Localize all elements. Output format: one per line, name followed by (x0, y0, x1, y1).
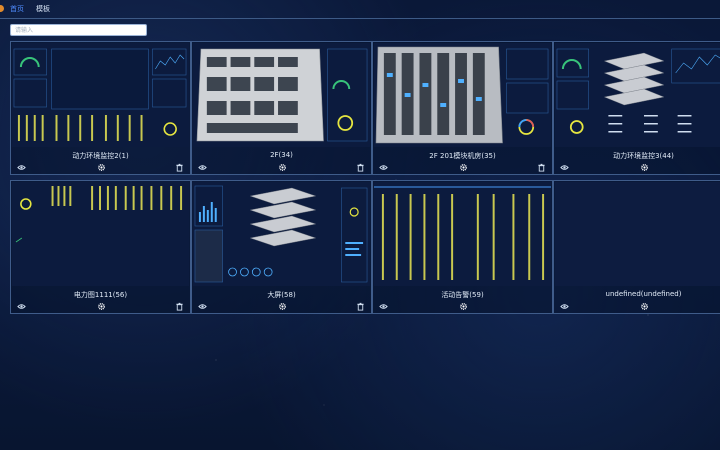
preview-eye-icon[interactable] (379, 302, 388, 311)
settings-gear-icon[interactable] (640, 302, 649, 311)
dashboard-thumbnail[interactable] (555, 182, 720, 286)
dashboard-thumbnail[interactable] (193, 182, 370, 286)
search-input[interactable] (10, 24, 147, 36)
delete-trash-icon[interactable] (537, 163, 546, 172)
card-title: 活动告警(59) (441, 291, 484, 299)
delete-trash-icon[interactable] (356, 163, 365, 172)
delete-trash-icon[interactable] (175, 163, 184, 172)
settings-gear-icon[interactable] (459, 302, 468, 311)
preview-eye-icon[interactable] (17, 302, 26, 311)
dashboard-thumbnail[interactable] (12, 182, 189, 286)
settings-gear-icon[interactable] (278, 302, 287, 311)
card-title: 2F(34) (270, 151, 293, 159)
logo-dot (0, 5, 4, 12)
card-title: 动力环境监控3(44) (613, 152, 674, 160)
dashboard-thumbnail[interactable] (193, 43, 370, 147)
card-title: 动力环境监控2(1) (72, 152, 129, 160)
dashboard-card[interactable]: 电力图1111(56) (10, 180, 191, 314)
preview-eye-icon[interactable] (198, 302, 207, 311)
settings-gear-icon[interactable] (278, 163, 287, 172)
preview-eye-icon[interactable] (560, 302, 569, 311)
card-title: 2F 201模块机房(35) (429, 152, 496, 160)
dashboard-card[interactable]: 动力环境监控3(44) (553, 41, 720, 175)
card-title: undefined(undefined) (605, 290, 682, 298)
card-title: 电力图1111(56) (73, 291, 128, 299)
dashboard-thumbnail[interactable] (374, 43, 551, 147)
settings-gear-icon[interactable] (459, 163, 468, 172)
card-title: 大屏(58) (267, 291, 296, 299)
settings-gear-icon[interactable] (640, 163, 649, 172)
preview-eye-icon[interactable] (17, 163, 26, 172)
preview-eye-icon[interactable] (560, 163, 569, 172)
delete-trash-icon[interactable] (175, 302, 184, 311)
settings-gear-icon[interactable] (97, 302, 106, 311)
preview-eye-icon[interactable] (379, 163, 388, 172)
dashboard-card[interactable]: 活动告警(59) (372, 180, 553, 314)
dashboard-card[interactable]: 大屏(58) (191, 180, 372, 314)
tab-templates[interactable]: 模板 (36, 4, 50, 14)
dashboard-thumbnail[interactable] (374, 182, 551, 286)
dashboard-card[interactable]: 2F(34) (191, 41, 372, 175)
dashboard-card[interactable]: 2F 201模块机房(35) (372, 41, 553, 175)
dashboard-thumbnail[interactable] (12, 43, 189, 147)
preview-eye-icon[interactable] (198, 163, 207, 172)
dashboard-thumbnail[interactable] (555, 43, 720, 147)
top-nav-bar: 首页 模板 (0, 0, 720, 19)
tab-home[interactable]: 首页 (10, 4, 24, 14)
settings-gear-icon[interactable] (97, 163, 106, 172)
dashboard-card[interactable]: undefined(undefined) (553, 180, 720, 314)
dashboard-card[interactable]: 动力环境监控2(1) (10, 41, 191, 175)
delete-trash-icon[interactable] (356, 302, 365, 311)
